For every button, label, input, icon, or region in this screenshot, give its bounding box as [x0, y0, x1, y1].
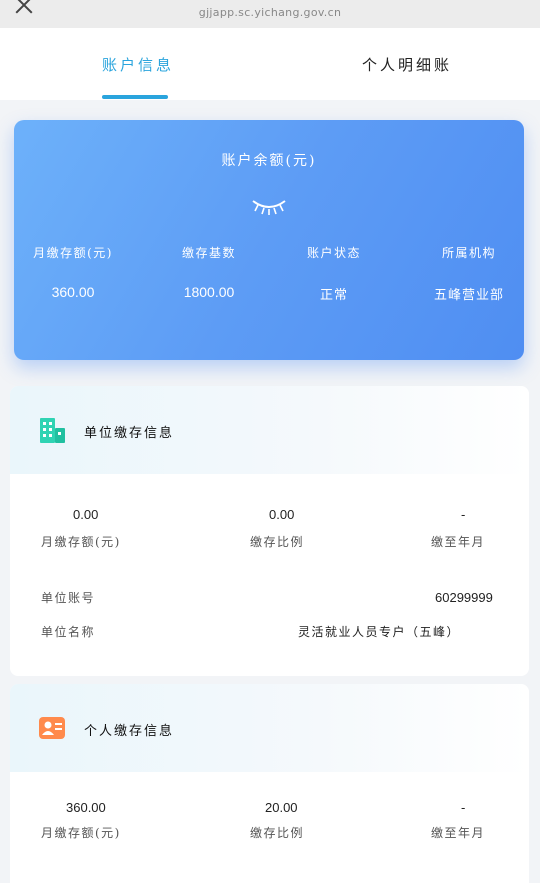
stat-value: 五峰营业部	[433, 288, 504, 303]
personal-paid-until-value: -	[461, 800, 466, 815]
stat-value: 360.00	[51, 284, 95, 300]
tab-account-info[interactable]: 账户信息	[102, 54, 174, 75]
eye-closed-icon[interactable]	[250, 196, 288, 216]
unit-account-label: 单位账号	[41, 591, 96, 605]
stat-value: 1800.00	[183, 284, 235, 300]
section-title: 个人缴存信息	[84, 724, 175, 739]
unit-account-value: 60299999	[435, 590, 493, 605]
unit-monthly-deposit-value: 0.00	[73, 507, 99, 522]
personal-monthly-deposit-value: 360.00	[66, 800, 106, 815]
url-text: gjjapp.sc.yichang.gov.cn	[198, 6, 342, 19]
unit-name-label: 单位名称	[41, 625, 96, 639]
personal-deposit-ratio-label: 缴存比例	[250, 826, 305, 840]
personal-monthly-deposit-label: 月缴存额(元)	[41, 826, 121, 840]
tab-bar: 账户信息 个人明细账	[0, 28, 540, 100]
stat-label: 账户状态	[306, 246, 361, 260]
personal-deposit-ratio-value: 20.00	[265, 800, 298, 815]
section-header: 个人缴存信息	[10, 684, 529, 772]
id-card-icon	[39, 717, 65, 739]
stat-value: 正常	[319, 288, 348, 303]
stat-label: 月缴存额(元)	[33, 246, 113, 260]
personal-deposit-section: 个人缴存信息 360.00 月缴存额(元) 20.00 缴存比例 - 缴至年月	[10, 684, 529, 883]
tab-personal-ledger[interactable]: 个人明细账	[362, 54, 452, 75]
unit-paid-until-value: -	[461, 507, 466, 522]
building-icon	[40, 418, 65, 443]
stat-label: 所属机构	[441, 246, 496, 260]
section-title: 单位缴存信息	[84, 426, 175, 441]
balance-card: 账户余额(元) 月缴存额(元) 360.00 缴存基数 1800.00 账户状态…	[14, 120, 524, 360]
unit-name-value: 灵活就业人员专户（五峰）	[298, 625, 461, 639]
unit-monthly-deposit-label: 月缴存额(元)	[41, 535, 121, 549]
personal-paid-until-label: 缴至年月	[431, 826, 486, 840]
unit-paid-until-label: 缴至年月	[431, 535, 486, 549]
tab-active-indicator	[102, 95, 168, 99]
unit-deposit-section: 单位缴存信息 0.00 月缴存额(元) 0.00 缴存比例 - 缴至年月 单位账…	[10, 386, 529, 676]
stat-label: 缴存基数	[181, 246, 236, 260]
section-header: 单位缴存信息	[10, 386, 529, 474]
browser-bar: gjjapp.sc.yichang.gov.cn	[0, 0, 540, 28]
unit-deposit-ratio-value: 0.00	[269, 507, 295, 522]
unit-deposit-ratio-label: 缴存比例	[250, 535, 305, 549]
balance-title: 账户余额(元)	[221, 153, 317, 169]
